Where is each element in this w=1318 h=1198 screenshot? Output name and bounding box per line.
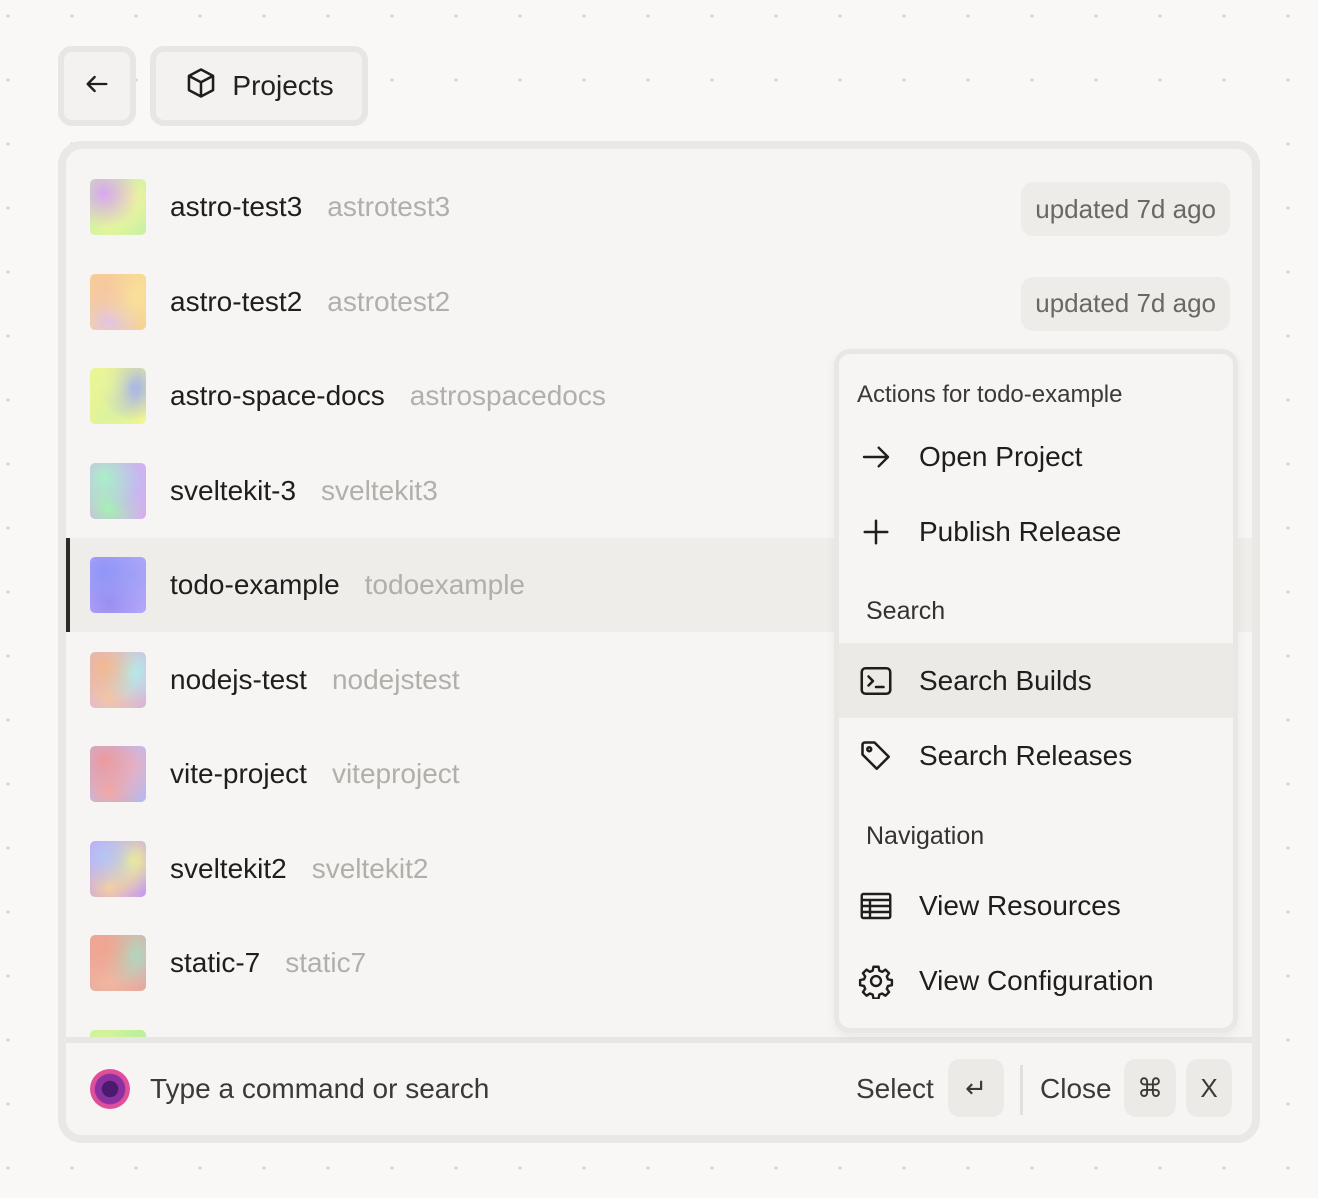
project-avatar (90, 935, 146, 991)
project-avatar (90, 462, 146, 519)
terminal-icon (857, 662, 895, 700)
project-avatar (90, 368, 146, 424)
table-icon (857, 887, 895, 925)
project-name: static-7 (170, 947, 261, 978)
view-resources-label: View Resources (919, 889, 1121, 921)
project-name: todo-example (170, 569, 340, 600)
select-label: Select (856, 1073, 934, 1104)
command-footer: Type a command or search Select ↵ Close … (66, 1037, 1252, 1135)
tag-icon (857, 737, 895, 775)
project-avatar (90, 651, 146, 708)
project-slug: sveltekit3 (321, 474, 438, 506)
project-slug: astrotest3 (327, 191, 451, 222)
project-name: astro-test3 (170, 191, 303, 222)
project-avatar (90, 840, 146, 897)
footer-divider (1020, 1065, 1023, 1115)
app-logo-icon (90, 1069, 130, 1109)
actions-menu-title: Actions for todo-example (857, 381, 1123, 408)
close-label: Close (1040, 1073, 1112, 1104)
project-avatar (90, 746, 146, 802)
search-section-label: Search (866, 597, 946, 625)
search-releases-item[interactable]: Search Releases (839, 718, 1233, 793)
navigation-section-label: Navigation (866, 822, 985, 850)
publish-release-item[interactable]: Publish Release (839, 494, 1233, 569)
search-releases-label: Search Releases (919, 739, 1133, 771)
project-avatar (90, 179, 146, 235)
box-icon (184, 66, 218, 107)
project-slug: todoexample (364, 569, 525, 600)
project-name: vite-project (170, 758, 307, 789)
search-builds-item[interactable]: Search Builds (839, 643, 1233, 718)
view-configuration-label: View Configuration (919, 964, 1154, 996)
project-name: nodejs-test (170, 663, 307, 695)
plus-icon (857, 513, 895, 551)
enter-key-icon[interactable]: ↵ (948, 1059, 1004, 1117)
open-project-item[interactable]: Open Project (839, 419, 1233, 494)
view-resources-item[interactable]: View Resources (839, 868, 1233, 943)
command-key-icon[interactable]: ⌘ (1124, 1059, 1176, 1117)
command-input[interactable]: Type a command or search (150, 1073, 489, 1105)
open-project-label: Open Project (919, 440, 1083, 472)
actions-menu: Actions for todo-example Open Project Pu… (834, 349, 1238, 1033)
publish-release-label: Publish Release (919, 515, 1122, 547)
back-button[interactable] (58, 46, 136, 126)
project-slug: sveltekit2 (311, 852, 429, 884)
updated-badge: updated 7d ago (1021, 182, 1230, 236)
arrow-right-icon (857, 438, 895, 476)
project-slug: nodejstest (331, 663, 460, 695)
project-name: sveltekit-3 (170, 474, 297, 506)
projects-label: Projects (232, 70, 334, 101)
x-key[interactable]: X (1186, 1059, 1232, 1117)
updated-badge: updated 7d ago (1021, 276, 1230, 331)
project-row[interactable]: astro-test3 astrotest3 updated 7d ago (66, 160, 1252, 254)
arrow-left-icon (83, 70, 111, 103)
project-avatar (90, 1029, 146, 1037)
project-name: astro-space-docs (170, 380, 385, 411)
search-builds-label: Search Builds (919, 664, 1092, 696)
project-avatar (90, 273, 146, 330)
project-name: astro-test2 (170, 285, 303, 317)
gear-icon (857, 962, 895, 1000)
project-row[interactable]: astro-test2 astrotest2 updated 7d ago (66, 255, 1252, 349)
project-slug: static7 (285, 947, 367, 978)
project-slug: astrospacedocs (409, 380, 606, 411)
project-slug: viteproject (331, 758, 460, 789)
view-configuration-item[interactable]: View Configuration (839, 943, 1233, 1018)
project-slug: astrotest2 (327, 285, 451, 317)
project-name: sveltekit2 (170, 852, 287, 884)
project-avatar (90, 557, 146, 613)
projects-breadcrumb-button[interactable]: Projects (150, 46, 368, 126)
